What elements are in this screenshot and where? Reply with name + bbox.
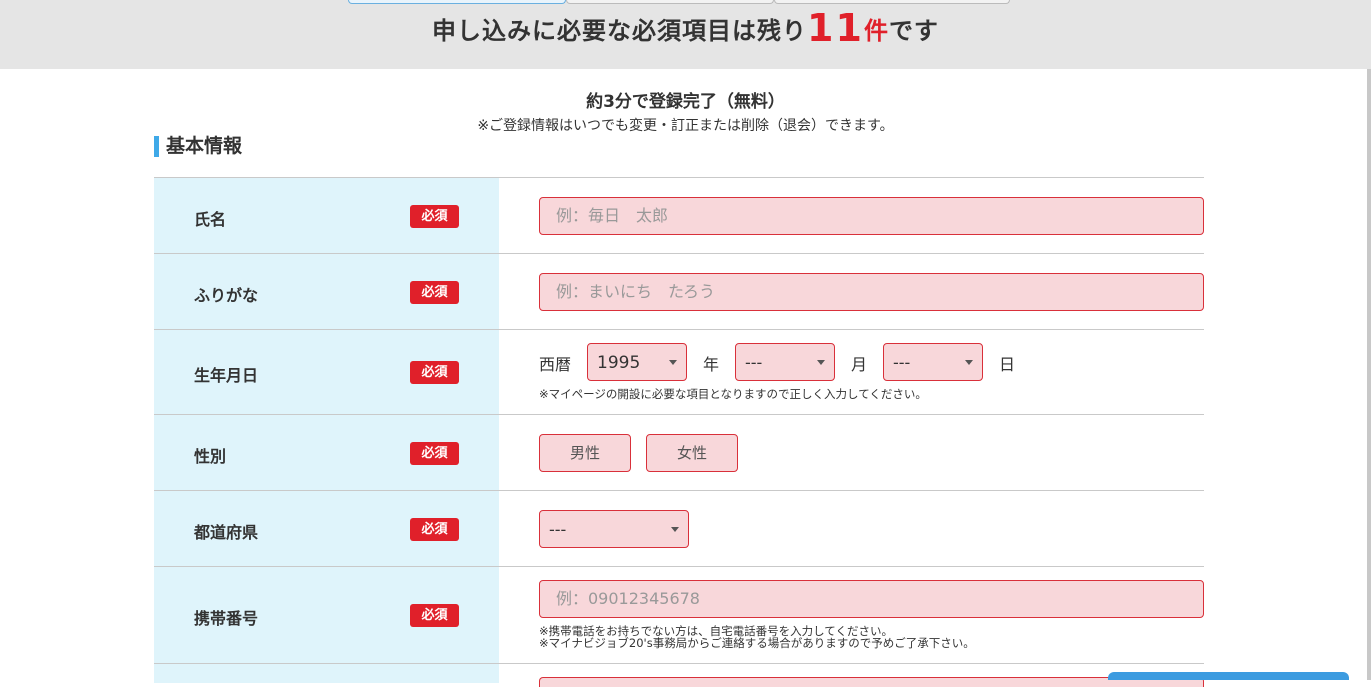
month-unit: 月 xyxy=(851,355,868,374)
registration-subtitle: 約3分で登録完了（無料） xyxy=(586,92,785,112)
birth-year-value: 1995 xyxy=(597,353,641,373)
remaining-count: 11 xyxy=(807,6,864,50)
gender-female-button[interactable]: 女性 xyxy=(646,434,738,472)
required-badge: 必須 xyxy=(410,205,459,228)
remaining-unit: 件 xyxy=(863,17,889,45)
label-cell: 性別 必須 xyxy=(154,415,499,490)
form-row-gender: 性別 必須 男性 女性 xyxy=(154,414,1204,490)
field-label-prefecture: 都道府県 xyxy=(194,523,259,542)
birthday-note: ※マイページの開設に必要な項目となりますので正しく入力してください。 xyxy=(539,387,927,401)
form-row-birthday: 生年月日 必須 西暦 1995 年 --- 月 --- 日 ※マイページの開設に… xyxy=(154,329,1204,414)
prefecture-value: --- xyxy=(549,520,567,539)
required-badge: 必須 xyxy=(410,361,459,384)
field-label-gender: 性別 xyxy=(194,447,227,466)
chat-widget-tab[interactable] xyxy=(1108,672,1349,680)
year-unit: 年 xyxy=(703,355,720,374)
mobile-note-2: ※マイナビジョブ20's事務局からご連絡する場合がありますので予めご了承下さい。 xyxy=(539,636,975,650)
form-row-next xyxy=(154,663,1204,687)
birth-year-select[interactable]: 1995 xyxy=(587,343,687,381)
label-cell: 都道府県 必須 xyxy=(154,491,499,566)
gender-male-button[interactable]: 男性 xyxy=(539,434,631,472)
field-label-name: 氏名 xyxy=(194,210,227,229)
progress-header: 申し込みに必要な必須項目は残り11件です xyxy=(0,0,1371,69)
chevron-down-icon xyxy=(669,360,677,365)
field-label-mobile: 携帯番号 xyxy=(194,609,259,628)
mobile-input[interactable]: 例：09012345678 xyxy=(539,580,1204,618)
form-row-mobile: 携帯番号 必須 例：09012345678 ※携帯電話をお持ちでない方は、自宅電… xyxy=(154,566,1204,663)
prefecture-select[interactable]: --- xyxy=(539,510,689,548)
label-cell: ふりがな 必須 xyxy=(154,254,499,329)
form-row-name: 氏名 必須 例：毎日 太郎 xyxy=(154,177,1204,253)
chevron-down-icon xyxy=(671,527,679,532)
name-input[interactable]: 例：毎日 太郎 xyxy=(539,197,1204,235)
step-tab-active xyxy=(348,0,566,4)
required-badge: 必須 xyxy=(410,518,459,541)
birth-month-select[interactable]: --- xyxy=(735,343,835,381)
step-tab xyxy=(566,0,774,4)
birth-day-select[interactable]: --- xyxy=(883,343,983,381)
chevron-down-icon xyxy=(965,360,973,365)
section-title-basic-info: 基本情報 xyxy=(154,136,242,157)
headline-suffix: です xyxy=(888,17,939,45)
chevron-down-icon xyxy=(817,360,825,365)
step-tabs xyxy=(348,0,1010,4)
label-cell: 氏名 必須 xyxy=(154,178,499,253)
label-cell xyxy=(154,664,499,683)
field-label-kana: ふりがな xyxy=(194,286,259,305)
registration-note: ※ご登録情報はいつでも変更・訂正または削除（退会）できます。 xyxy=(477,118,894,134)
required-badge: 必須 xyxy=(410,281,459,304)
label-cell: 携帯番号 必須 xyxy=(154,567,499,663)
day-unit: 日 xyxy=(999,355,1016,374)
step-tab xyxy=(774,0,1010,4)
basic-info-form: 氏名 必須 例：毎日 太郎 ふりがな 必須 例：まいにち たろう 生年月日 必須… xyxy=(154,177,1204,687)
remaining-items-headline: 申し込みに必要な必須項目は残り11件です xyxy=(0,6,1371,50)
form-row-prefecture: 都道府県 必須 --- xyxy=(154,490,1204,566)
required-badge: 必須 xyxy=(410,604,459,627)
era-label: 西暦 xyxy=(539,355,572,374)
field-label-birthday: 生年月日 xyxy=(194,366,259,385)
kana-input[interactable]: 例：まいにち たろう xyxy=(539,273,1204,311)
page-scrollbar[interactable] xyxy=(1367,69,1371,680)
next-input[interactable] xyxy=(539,677,1204,687)
birth-day-value: --- xyxy=(893,353,911,372)
birth-month-value: --- xyxy=(745,353,763,372)
headline-prefix: 申し込みに必要な必須項目は残り xyxy=(432,17,808,45)
form-row-kana: ふりがな 必須 例：まいにち たろう xyxy=(154,253,1204,329)
required-badge: 必須 xyxy=(410,442,459,465)
label-cell: 生年月日 必須 xyxy=(154,330,499,414)
